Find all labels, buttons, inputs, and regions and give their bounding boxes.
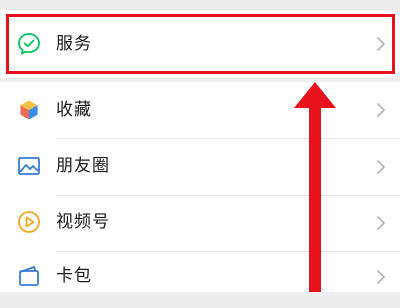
chevron-right-icon [376,269,386,285]
menu-item-label: 收藏 [56,100,92,120]
video-play-icon [16,209,42,235]
menu-item-label: 卡包 [56,266,92,286]
chevron-right-icon [376,102,386,118]
chevron-right-icon [376,215,386,231]
menu-item-label: 视频号 [56,212,110,232]
menu-item-channels[interactable]: 视频号 [0,196,400,252]
image-icon [16,153,42,179]
cube-icon [16,97,42,123]
menu-item-cards[interactable]: 卡包 [0,252,400,308]
wallet-card-icon [16,263,42,289]
menu-item-label: 朋友圈 [56,156,110,176]
chevron-right-icon [376,159,386,175]
arrow-up-icon [290,82,340,292]
menu-item-favorites[interactable]: 收藏 [0,82,400,138]
menu-group-main: 收藏 朋友圈 视频号 卡包 [0,82,400,292]
menu-item-moments[interactable]: 朋友圈 [0,139,400,195]
top-spacer [0,0,400,10]
highlight-box [6,14,395,74]
